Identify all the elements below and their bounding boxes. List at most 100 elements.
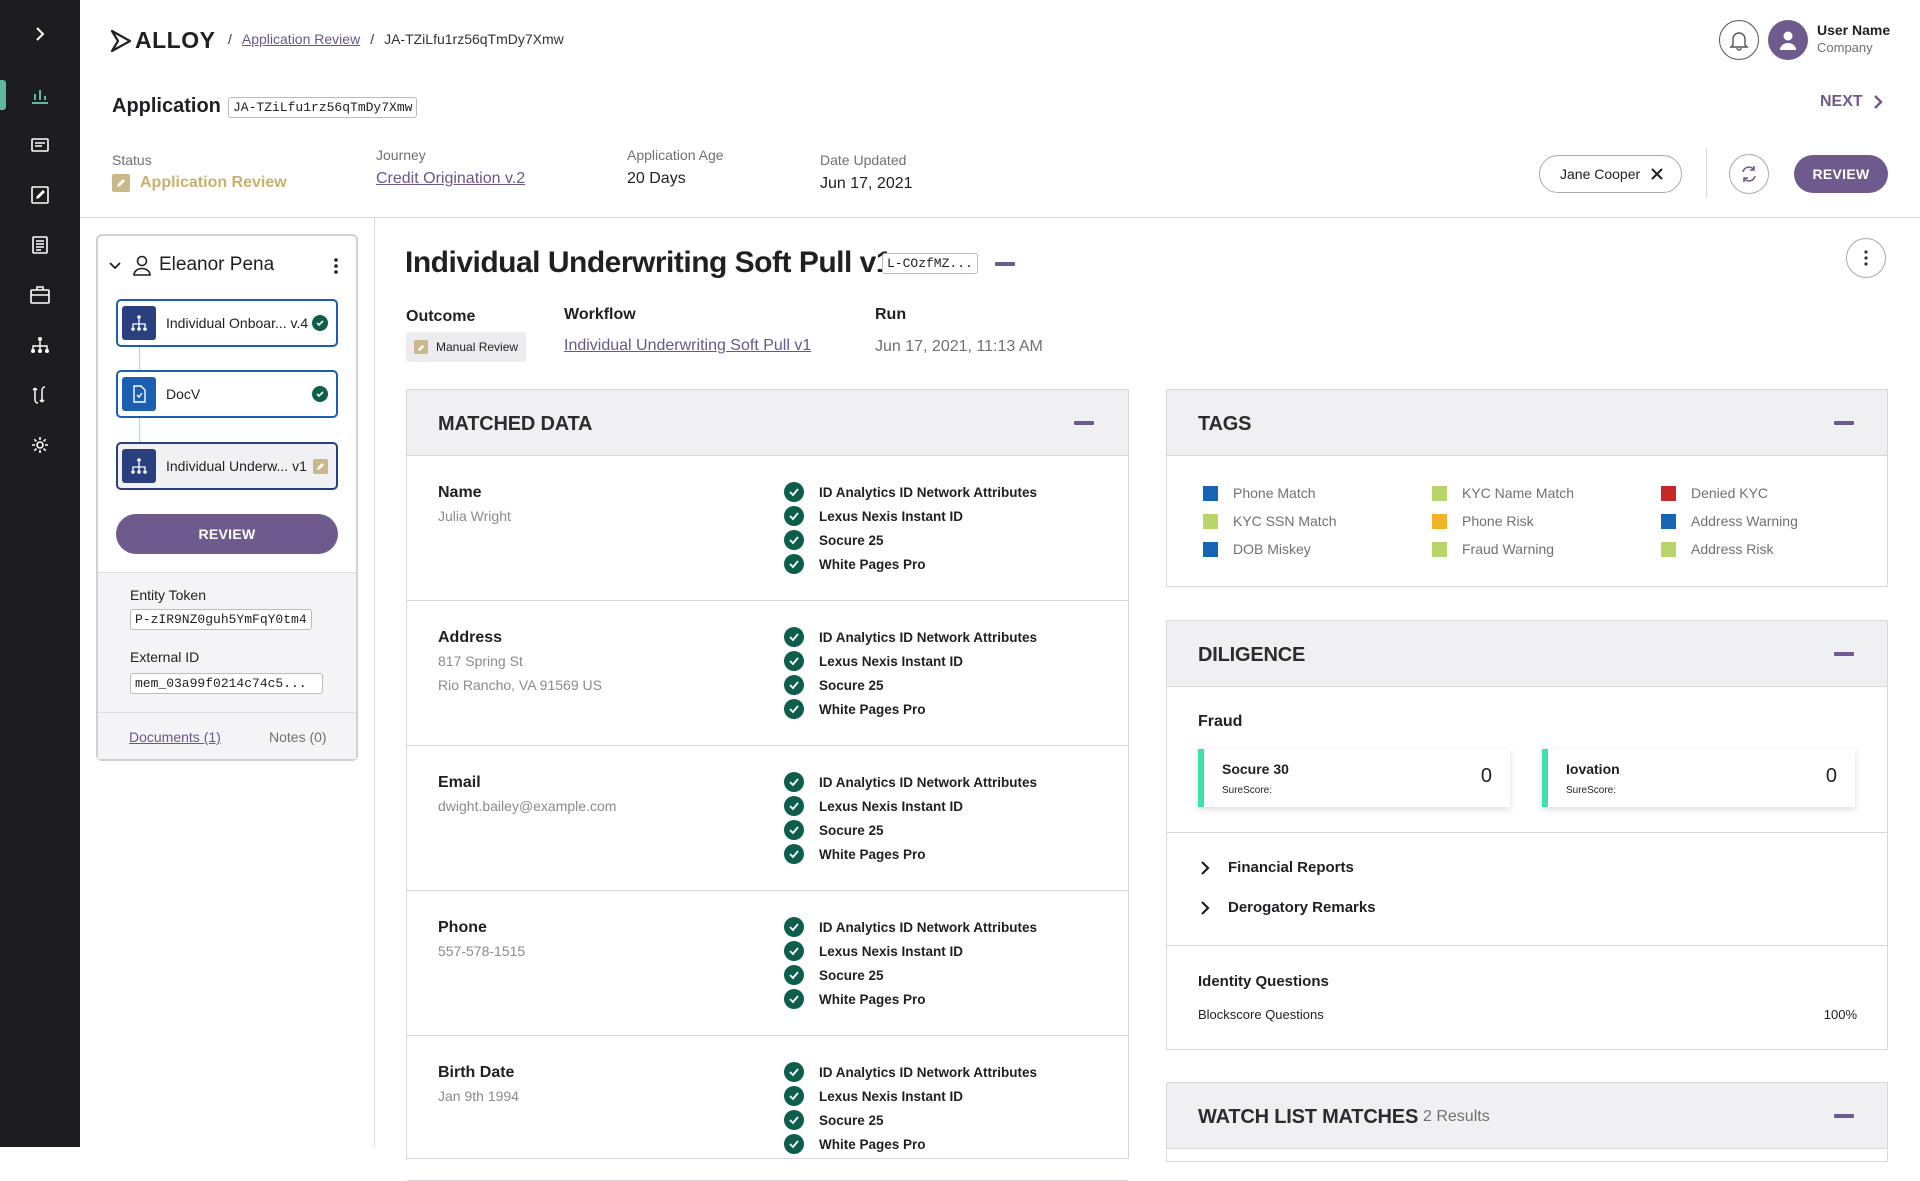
tag-label: Address Risk [1691, 541, 1774, 557]
user-company: Company [1817, 40, 1873, 55]
check-circle-icon [784, 1110, 804, 1130]
chevron-right-icon[interactable] [28, 22, 52, 46]
workflow-node-docv[interactable]: DocV [116, 370, 338, 418]
source-item: White Pages Pro [784, 554, 926, 574]
divider [1706, 148, 1707, 198]
matched-data-row: Address 817 Spring St Rio Rancho, VA 91569… [407, 601, 1128, 746]
next-button[interactable]: NEXT [1820, 93, 1883, 111]
check-circle-icon [784, 965, 804, 985]
field-value: Jan 9th 1994 [438, 1088, 519, 1104]
page-title: Application [112, 95, 221, 117]
sidebar-review-button[interactable]: REVIEW [116, 514, 338, 554]
field-name: Email [438, 774, 481, 791]
source-item: Socure 25 [784, 675, 884, 695]
evaluation-title: Individual Underwriting Soft Pull v1 [405, 246, 893, 279]
analytics-icon[interactable] [28, 83, 52, 107]
collapse-icon[interactable] [1074, 421, 1094, 425]
field-value: 557-578-1515 [438, 943, 526, 959]
panel-header: MATCHED DATA [407, 390, 1128, 456]
source-item: ID Analytics ID Network Attributes [784, 627, 1037, 647]
date-updated-label: Date Updated [820, 152, 907, 168]
check-circle-icon [784, 554, 804, 574]
score-card-socure: Socure 30 SureScore: 0 [1198, 749, 1510, 807]
notes-link[interactable]: Notes (0) [269, 729, 327, 745]
avatar[interactable] [1768, 20, 1808, 60]
source-item: Socure 25 [784, 1110, 884, 1130]
source-name: Lexus Nexis Instant ID [819, 653, 964, 669]
check-circle-icon [784, 651, 804, 671]
tag-label: Address Warning [1691, 513, 1798, 529]
age-value: 20 Days [627, 170, 686, 187]
fraud-label: Fraud [1198, 713, 1243, 730]
source-name: White Pages Pro [819, 701, 926, 717]
entity-token-value: P-zIR9NZ0guh5YmFqY0tm4 [130, 609, 312, 630]
panel-header: TAGS [1167, 390, 1887, 456]
node-label: Individual Onboar... v.4 [166, 315, 309, 331]
user-icon [1780, 31, 1796, 50]
check-circle-icon [784, 772, 804, 792]
edit-icon[interactable] [28, 183, 52, 207]
briefcase-icon[interactable] [28, 283, 52, 307]
more-options-button[interactable] [1846, 238, 1886, 278]
hierarchy-icon[interactable] [28, 333, 52, 357]
tag-item: KYC Name Match [1432, 485, 1574, 501]
chevron-down-icon[interactable] [108, 259, 122, 273]
derogatory-remarks-toggle[interactable]: Derogatory Remarks [1200, 899, 1376, 916]
score-name: Socure 30 [1222, 761, 1289, 777]
collapse-icon[interactable] [1834, 1114, 1854, 1118]
source-name: Socure 25 [819, 677, 884, 693]
assignee-chip[interactable]: Jane Cooper [1539, 155, 1682, 193]
tag-item: Address Warning [1661, 513, 1798, 529]
financial-reports-toggle[interactable]: Financial Reports [1200, 859, 1354, 876]
journey-label: Journey [376, 147, 426, 163]
source-name: ID Analytics ID Network Attributes [819, 919, 1038, 935]
more-vertical-icon[interactable] [333, 257, 339, 275]
chevron-right-icon [1201, 900, 1210, 915]
workflow-node-onboarding[interactable]: Individual Onboar... v.4 [116, 299, 338, 347]
tag-label: Fraud Warning [1462, 541, 1555, 557]
blockscore-value: 100% [1823, 1007, 1857, 1022]
score-value: 0 [1480, 765, 1492, 787]
check-circle-icon [784, 506, 804, 526]
source-item: Socure 25 [784, 965, 884, 985]
review-button[interactable]: REVIEW [1794, 155, 1888, 193]
journey-link[interactable]: Credit Origination v.2 [376, 170, 525, 188]
check-circle-icon [784, 482, 804, 502]
chevron-right-icon [1201, 860, 1210, 875]
settings-gear-icon[interactable] [28, 433, 52, 457]
left-nav-rail [0, 0, 80, 1147]
source-item: ID Analytics ID Network Attributes [784, 1062, 1037, 1082]
watchlist-count: 2 Results [1423, 1108, 1490, 1125]
sidebar-divider [374, 218, 375, 1147]
collapse-icon[interactable] [1834, 652, 1854, 656]
outcome-label: Outcome [406, 308, 476, 325]
user-info[interactable]: User Name Company [1817, 22, 1890, 55]
document-list-icon[interactable] [28, 233, 52, 257]
source-name: Socure 25 [819, 1112, 884, 1128]
breadcrumb-separator: / [228, 31, 232, 47]
source-item: Lexus Nexis Instant ID [784, 1086, 963, 1106]
tag-label: KYC SSN Match [1233, 513, 1337, 529]
flow-icon[interactable] [28, 383, 52, 407]
tag-color-swatch [1203, 541, 1218, 557]
alloy-logo[interactable]: ALLOY [110, 27, 215, 54]
person-icon [133, 255, 151, 276]
collapse-icon[interactable] [1834, 421, 1854, 425]
chevron-right-icon [1873, 95, 1883, 109]
workflow-node-underwriting[interactable]: Individual Underw... v1 [116, 442, 338, 490]
collapse-icon[interactable] [995, 262, 1015, 266]
reassign-button[interactable] [1729, 154, 1769, 194]
check-circle-icon [312, 315, 328, 331]
source-name: ID Analytics ID Network Attributes [819, 774, 1038, 790]
source-item: White Pages Pro [784, 699, 926, 719]
date-updated-value: Jun 17, 2021 [820, 175, 913, 192]
workflow-link[interactable]: Individual Underwriting Soft Pull v1 [564, 337, 811, 355]
breadcrumb-link-application-review[interactable]: Application Review [242, 31, 360, 47]
notifications-button[interactable] [1719, 20, 1759, 60]
run-value: Jun 17, 2021, 11:13 AM [875, 338, 1043, 355]
field-name: Name [438, 484, 482, 501]
documents-link[interactable]: Documents (1) [129, 729, 221, 745]
inbox-icon[interactable] [28, 133, 52, 157]
age-label: Application Age [627, 147, 724, 163]
close-icon[interactable] [1651, 168, 1663, 180]
